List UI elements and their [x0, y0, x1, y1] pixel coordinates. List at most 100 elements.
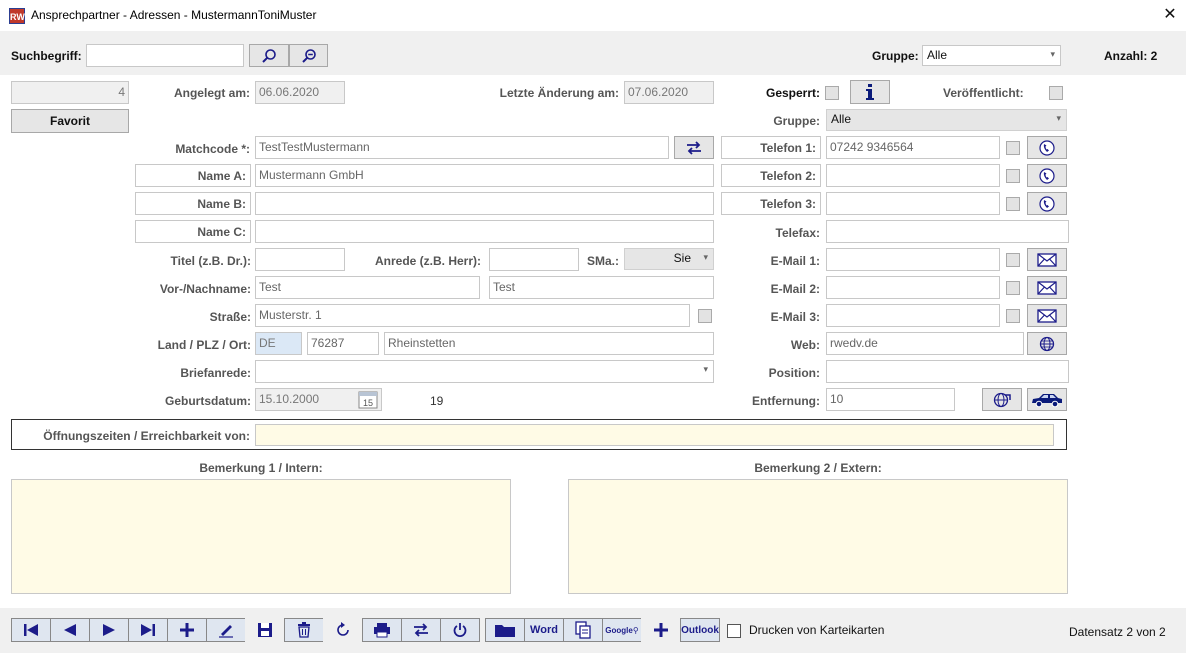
remark2-textarea[interactable] — [568, 479, 1068, 594]
search-reset-button[interactable] — [289, 44, 328, 67]
city-field[interactable]: Rheinstetten — [384, 332, 714, 355]
email3-checkbox[interactable] — [1006, 309, 1020, 323]
route-car-button[interactable] — [1027, 388, 1067, 411]
close-icon[interactable]: ✕ — [1158, 3, 1182, 27]
send-email3-button[interactable] — [1027, 304, 1067, 327]
send-email2-button[interactable] — [1027, 276, 1067, 299]
call-phone3-button[interactable] — [1027, 192, 1067, 215]
sync-button[interactable] — [401, 618, 441, 642]
google-search-button[interactable]: Google ⚲ — [602, 618, 642, 642]
blocked-checkbox[interactable] — [825, 86, 839, 100]
street-label: Straße: — [209, 310, 251, 324]
phone1-checkbox[interactable] — [1006, 141, 1020, 155]
search-button[interactable] — [249, 44, 289, 67]
zip-field[interactable]: 76287 — [307, 332, 379, 355]
refresh-button[interactable] — [323, 618, 363, 642]
swap-matchcode-button[interactable] — [674, 136, 714, 159]
exit-button[interactable] — [440, 618, 480, 642]
name-a-field[interactable]: Mustermann GmbH — [255, 164, 714, 187]
email2-field[interactable] — [826, 276, 1000, 299]
open-web-button[interactable] — [1027, 332, 1067, 355]
group-filter-label: Gruppe: — [872, 49, 919, 63]
search-input[interactable] — [86, 44, 244, 67]
hours-field[interactable] — [255, 424, 1054, 446]
email1-checkbox[interactable] — [1006, 253, 1020, 267]
phone2-field[interactable] — [826, 164, 1000, 187]
phone2-label: Telefon 2: — [721, 164, 821, 187]
salutation-label: Anrede (z.B. Herr): — [374, 254, 481, 268]
remark1-textarea[interactable] — [11, 479, 511, 594]
country-field[interactable]: DE — [255, 332, 302, 355]
phone-icon — [1039, 139, 1055, 156]
call-phone2-button[interactable] — [1027, 164, 1067, 187]
send-email1-button[interactable] — [1027, 248, 1067, 271]
search-label: Suchbegriff: — [11, 49, 82, 63]
salutation-field[interactable] — [489, 248, 579, 271]
street-checkbox[interactable] — [698, 309, 712, 323]
edit-record-button[interactable] — [206, 618, 246, 642]
published-checkbox[interactable] — [1049, 86, 1063, 100]
matchcode-field[interactable]: TestTestMustermann — [255, 136, 669, 159]
print-button[interactable] — [362, 618, 402, 642]
phone3-checkbox[interactable] — [1006, 197, 1020, 211]
title-field[interactable] — [255, 248, 345, 271]
group-select[interactable]: Alle ▾ — [826, 109, 1067, 131]
car-icon — [1032, 393, 1062, 407]
route-globe-button[interactable] — [982, 388, 1022, 411]
distance-field[interactable]: 10 — [826, 388, 955, 411]
add-button[interactable] — [641, 618, 681, 642]
last-record-icon — [141, 624, 155, 636]
new-record-button[interactable] — [167, 618, 207, 642]
group-filter-value: Alle — [927, 48, 948, 62]
copy-button[interactable] — [563, 618, 603, 642]
save-record-button[interactable] — [245, 618, 285, 642]
favorite-button[interactable]: Favorit — [11, 109, 129, 133]
chevron-down-icon: ▾ — [1056, 113, 1061, 123]
next-record-button[interactable] — [89, 618, 129, 642]
app-icon: RW — [9, 8, 25, 24]
calendar-icon[interactable]: 15 — [358, 390, 378, 409]
letter-salutation-select[interactable]: ▾ — [255, 360, 714, 383]
info-button[interactable] — [850, 80, 890, 104]
first-name-field[interactable]: Test — [255, 276, 480, 299]
record-status: Datensatz 2 von 2 — [1069, 625, 1166, 639]
word-button[interactable]: Word — [524, 618, 564, 642]
position-field[interactable] — [826, 360, 1069, 383]
google-label: Google — [605, 625, 633, 635]
window-title: Ansprechpartner - Adressen - MustermannT… — [31, 8, 317, 22]
phone2-checkbox[interactable] — [1006, 169, 1020, 183]
plus-icon — [180, 623, 194, 637]
print-cards-checkbox[interactable] — [727, 624, 741, 638]
name-a-label: Name A: — [135, 164, 251, 187]
email1-field[interactable] — [826, 248, 1000, 271]
remark1-label: Bemerkung 1 / Intern: — [199, 461, 323, 475]
distance-label: Entfernung: — [752, 394, 820, 408]
open-folder-button[interactable] — [485, 618, 525, 642]
web-field[interactable]: rwedv.de — [826, 332, 1024, 355]
outlook-button[interactable]: Outlook — [680, 618, 720, 642]
group-filter-select[interactable]: Alle ▾ — [922, 45, 1061, 66]
last-record-button[interactable] — [128, 618, 168, 642]
email3-label: E-Mail 3: — [770, 310, 820, 324]
blocked-label: Gesperrt: — [766, 86, 821, 100]
sma-select[interactable]: Sie ▾ — [624, 248, 714, 270]
first-record-button[interactable] — [11, 618, 51, 642]
name-b-field[interactable] — [255, 192, 714, 215]
email3-field[interactable] — [826, 304, 1000, 327]
delete-record-button[interactable] — [284, 618, 324, 642]
chevron-down-icon: ▾ — [703, 364, 708, 374]
street-field[interactable]: Musterstr. 1 — [255, 304, 690, 327]
previous-record-button[interactable] — [50, 618, 90, 642]
group-label: Gruppe: — [773, 114, 820, 128]
chevron-down-icon: ▾ — [1050, 49, 1055, 59]
refresh-icon — [337, 622, 349, 636]
call-phone1-button[interactable] — [1027, 136, 1067, 159]
name-b-label: Name B: — [135, 192, 251, 215]
last-name-field[interactable]: Test — [489, 276, 714, 299]
phone3-field[interactable] — [826, 192, 1000, 215]
save-icon — [258, 623, 272, 637]
email2-checkbox[interactable] — [1006, 281, 1020, 295]
name-c-field[interactable] — [255, 220, 714, 243]
fax-field[interactable] — [826, 220, 1069, 243]
phone1-field[interactable]: 07242 9346564 — [826, 136, 1000, 159]
